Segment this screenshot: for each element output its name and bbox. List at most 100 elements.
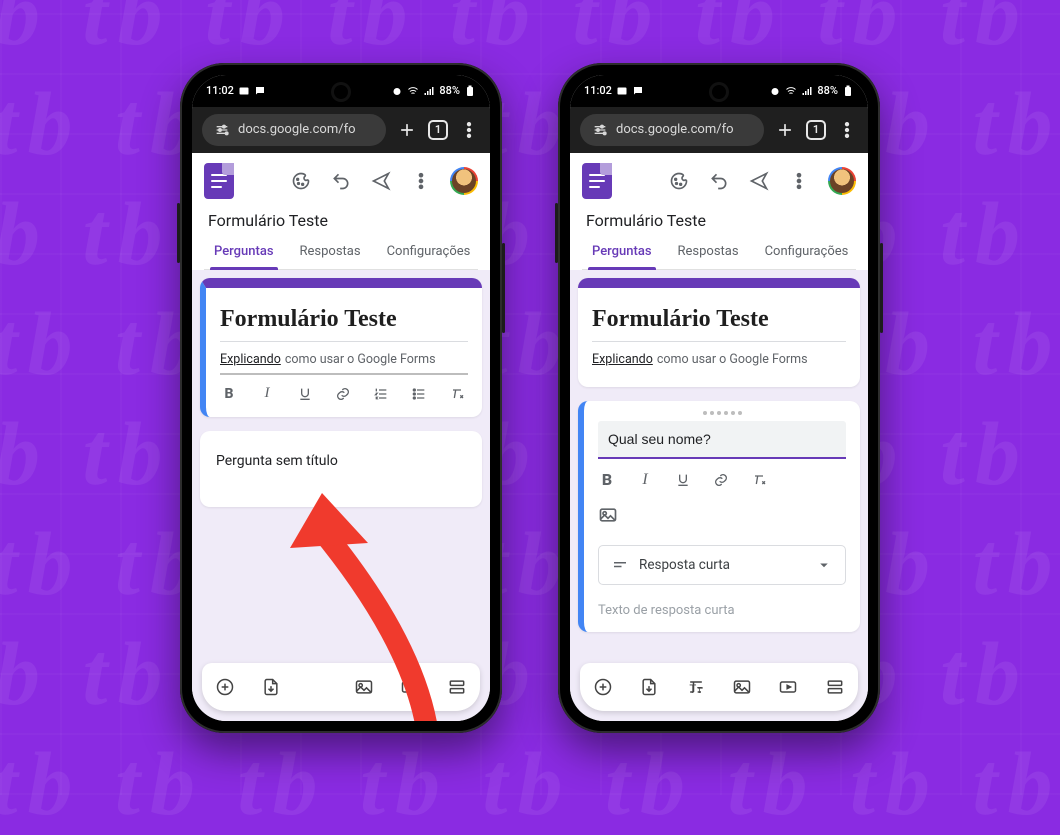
add-section-button[interactable] (824, 676, 846, 698)
italic-button[interactable]: I (258, 385, 276, 403)
form-description-input[interactable]: Explicando como usar o Google Forms (220, 352, 468, 375)
battery-pct: 88% (817, 84, 838, 97)
import-question-button[interactable] (260, 676, 282, 698)
form-title-input[interactable]: Formulário Teste (220, 306, 468, 342)
url-bar[interactable]: docs.google.com/fo (580, 114, 764, 146)
add-video-button[interactable] (399, 676, 421, 698)
url-text: docs.google.com/fo (616, 122, 734, 137)
add-title-button[interactable] (307, 676, 329, 698)
battery-icon (842, 85, 854, 97)
form-name[interactable]: Formulário Teste (582, 199, 856, 236)
send-button[interactable] (748, 170, 770, 192)
phone-left: 11:02 88% docs.google.com/fo (180, 63, 502, 733)
question-type-select[interactable]: Resposta curta (598, 545, 846, 585)
undo-button[interactable] (708, 170, 730, 192)
phone-right-screen: 11:02 88% docs.google.com/fo (570, 75, 868, 721)
forms-logo-icon[interactable] (582, 163, 612, 199)
underline-button[interactable] (296, 385, 314, 403)
avatar[interactable] (828, 167, 856, 195)
form-description-input[interactable]: Explicando como usar o Google Forms (592, 352, 846, 373)
app-header: Formulário Teste Perguntas Respostas Con… (192, 153, 490, 270)
link-button[interactable] (712, 471, 730, 489)
svg-text:T: T (689, 681, 696, 695)
settings-tune-icon (592, 122, 608, 138)
battery-pct: 88% (439, 84, 460, 97)
forms-logo-icon[interactable] (204, 163, 234, 199)
camera-cutout (712, 85, 726, 99)
app-menu-button[interactable] (410, 170, 432, 192)
add-video-button[interactable] (777, 676, 799, 698)
new-tab-button[interactable] (774, 119, 796, 141)
settings-tune-icon (214, 122, 230, 138)
add-title-button[interactable]: TT (685, 676, 707, 698)
underline-button[interactable] (674, 471, 692, 489)
avatar[interactable] (450, 167, 478, 195)
bold-button[interactable]: B (220, 385, 238, 403)
form-name[interactable]: Formulário Teste (204, 199, 478, 236)
undo-button[interactable] (330, 170, 352, 192)
phone-left-screen: 11:02 88% docs.google.com/fo (192, 75, 490, 721)
bottom-toolbar (202, 663, 480, 711)
theme-button[interactable] (668, 170, 690, 192)
tab-responses[interactable]: Respostas (290, 236, 371, 269)
chevron-down-icon (815, 556, 833, 574)
app-menu-button[interactable] (788, 170, 810, 192)
browser-menu-button[interactable] (458, 119, 480, 141)
tab-responses[interactable]: Respostas (668, 236, 749, 269)
import-question-button[interactable] (638, 676, 660, 698)
form-header-card[interactable]: Formulário Teste Explicando como usar o … (200, 278, 482, 417)
signal-icon (801, 85, 813, 97)
tab-settings[interactable]: Configurações (755, 236, 859, 269)
add-question-button[interactable] (214, 676, 236, 698)
form-title-input[interactable]: Formulário Teste (592, 306, 846, 342)
tab-count-number: 1 (813, 123, 819, 136)
drag-handle-icon[interactable] (598, 411, 846, 421)
browser-bar: docs.google.com/fo 1 (192, 107, 490, 153)
numbered-list-button[interactable] (372, 385, 390, 403)
clear-format-button[interactable] (448, 385, 466, 403)
stage: 11:02 88% docs.google.com/fo (0, 0, 1060, 795)
tab-count-number: 1 (435, 123, 441, 136)
question-card[interactable]: Pergunta sem título (200, 431, 482, 507)
bold-button[interactable]: B (598, 471, 616, 489)
question-title-input[interactable] (598, 421, 846, 459)
canvas[interactable]: Formulário Teste Explicando como usar o … (192, 270, 490, 721)
bullet-list-button[interactable] (410, 385, 428, 403)
browser-bar: docs.google.com/fo 1 (570, 107, 868, 153)
url-bar[interactable]: docs.google.com/fo (202, 114, 386, 146)
alarm-icon (391, 85, 403, 97)
question-title[interactable]: Pergunta sem título (216, 453, 466, 469)
send-button[interactable] (370, 170, 392, 192)
answer-placeholder: Texto de resposta curta (598, 603, 846, 618)
short-answer-icon (611, 556, 629, 574)
question-type-label: Resposta curta (639, 557, 730, 573)
canvas[interactable]: Formulário Teste Explicando como usar o … (570, 270, 868, 721)
theme-button[interactable] (290, 170, 312, 192)
clear-format-button[interactable] (750, 471, 768, 489)
wifi-icon (407, 85, 419, 97)
desc-underlined: Explicando (592, 352, 653, 367)
form-header-card[interactable]: Formulário Teste Explicando como usar o … (578, 278, 860, 387)
forms-app: Formulário Teste Perguntas Respostas Con… (570, 153, 868, 721)
tabs: Perguntas Respostas Configurações (582, 236, 856, 270)
forms-app: Formulário Teste Perguntas Respostas Con… (192, 153, 490, 721)
tab-questions[interactable]: Perguntas (204, 236, 284, 269)
tab-settings[interactable]: Configurações (377, 236, 481, 269)
tab-switcher[interactable]: 1 (806, 120, 826, 140)
new-tab-button[interactable] (396, 119, 418, 141)
add-section-button[interactable] (446, 676, 468, 698)
link-button[interactable] (334, 385, 352, 403)
desc-rest: como usar o Google Forms (285, 352, 436, 367)
add-image-button[interactable] (731, 676, 753, 698)
statusbar-time: 11:02 (206, 84, 234, 97)
signal-icon (423, 85, 435, 97)
image-notif-icon (616, 85, 628, 97)
browser-menu-button[interactable] (836, 119, 858, 141)
add-question-button[interactable] (592, 676, 614, 698)
add-image-to-question-button[interactable] (598, 505, 620, 527)
add-image-button[interactable] (353, 676, 375, 698)
tab-questions[interactable]: Perguntas (582, 236, 662, 269)
tab-switcher[interactable]: 1 (428, 120, 448, 140)
question-card-active[interactable]: B I Resposta curta (578, 401, 860, 632)
italic-button[interactable]: I (636, 471, 654, 489)
